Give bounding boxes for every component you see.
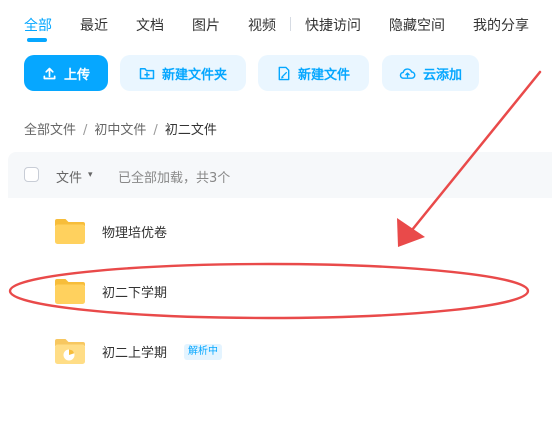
file-edit-icon: [278, 66, 290, 80]
new-folder-button[interactable]: 新建文件夹: [120, 55, 246, 91]
file-row[interactable]: 初二上学期 解析中: [8, 321, 552, 381]
folder-sync-icon: [55, 339, 85, 364]
sort-caret-icon[interactable]: ▾: [88, 170, 93, 180]
breadcrumb-item-current: 初二文件: [164, 123, 217, 138]
upload-button[interactable]: 上传: [24, 55, 108, 91]
cloud-add-button-label: 云添加: [422, 67, 462, 83]
tab-quick-access[interactable]: 快捷访问: [305, 15, 361, 35]
breadcrumb-item-junior-high[interactable]: 初中文件: [94, 123, 146, 138]
breadcrumb: 全部文件 / 初中文件 / 初二文件: [24, 119, 217, 138]
upload-button-label: 上传: [63, 67, 90, 83]
upload-icon: [43, 67, 56, 79]
tab-recent[interactable]: 最近: [80, 15, 108, 35]
active-tab-indicator: [27, 38, 47, 42]
parsing-status-badge: 解析中: [184, 344, 222, 360]
folder-icon: [55, 219, 85, 244]
tab-divider: [290, 17, 291, 31]
file-name[interactable]: 初二上学期: [102, 342, 167, 361]
new-file-button[interactable]: 新建文件: [258, 55, 369, 91]
file-list-header: 文件 ▾ 已全部加载，共3个: [8, 152, 552, 198]
tab-images[interactable]: 图片: [192, 15, 220, 35]
breadcrumb-separator: /: [153, 123, 158, 138]
tab-my-shares[interactable]: 我的分享: [473, 15, 529, 35]
folder-icon: [55, 279, 85, 304]
column-header-file[interactable]: 文件: [56, 167, 82, 186]
category-tabs: 全部 最近 文档 图片 视频 快捷访问 隐藏空间 我的分享: [0, 0, 552, 50]
tab-documents[interactable]: 文档: [136, 15, 164, 35]
tab-videos[interactable]: 视频: [248, 15, 276, 35]
new-folder-button-label: 新建文件夹: [161, 67, 227, 83]
folder-plus-icon: [139, 67, 155, 79]
tab-all[interactable]: 全部: [24, 15, 52, 35]
tab-hidden-space[interactable]: 隐藏空间: [389, 15, 445, 35]
load-status-text: 已全部加载，共3个: [118, 171, 231, 186]
file-name[interactable]: 初二下学期: [102, 282, 167, 301]
file-row[interactable]: 初二下学期: [8, 261, 552, 321]
file-row[interactable]: 物理培优卷: [8, 201, 552, 261]
cloud-add-button[interactable]: 云添加: [382, 55, 479, 91]
new-file-button-label: 新建文件: [297, 67, 350, 83]
file-name[interactable]: 物理培优卷: [102, 222, 167, 241]
cloud-upload-icon: [399, 67, 416, 79]
breadcrumb-separator: /: [83, 123, 88, 138]
select-all-checkbox[interactable]: [24, 167, 39, 182]
breadcrumb-item-all-files[interactable]: 全部文件: [24, 123, 76, 138]
